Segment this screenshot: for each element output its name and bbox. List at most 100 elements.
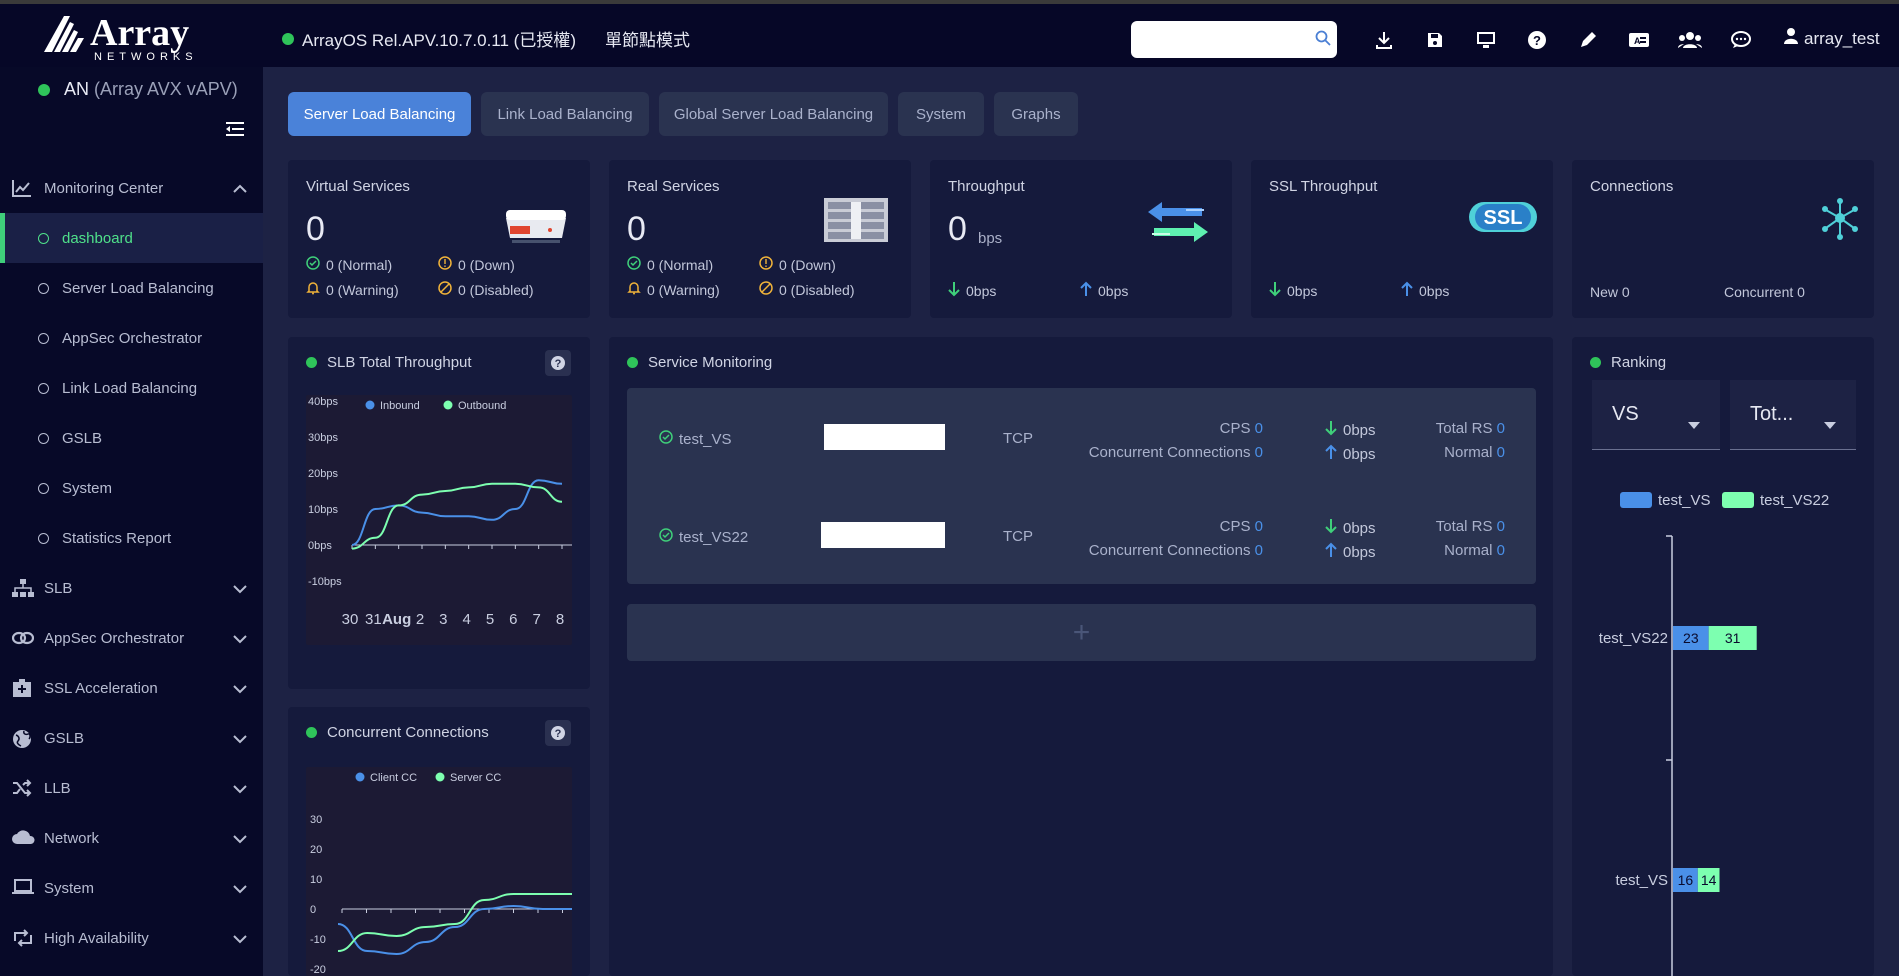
- sidebar-item-label: GSLB: [44, 729, 85, 747]
- status-dot: [1590, 357, 1601, 368]
- svg-text:NETWORKS: NETWORKS: [94, 51, 198, 63]
- slb-chart-area[interactable]: Inbound Outbound 40bps 30bps 20bps 10bps 0bps -…: [306, 395, 572, 645]
- bar-category-label: test_VS22: [1599, 630, 1668, 647]
- tab-server-load-balancing[interactable]: Server Load Balancing: [288, 92, 471, 136]
- sidebar-item-gslb-monitor[interactable]: GSLB: [0, 413, 263, 463]
- arrow-down-icon: [1325, 420, 1337, 440]
- svg-text:?: ?: [555, 358, 562, 370]
- sidebar-item-label: Link Load Balancing: [62, 379, 198, 397]
- circle-icon: [38, 233, 49, 244]
- device-short: AN: [64, 79, 90, 99]
- sidebar-item-system[interactable]: System: [0, 863, 263, 913]
- sidebar-item-appsec-monitor[interactable]: AppSec Orchestrator: [0, 313, 263, 363]
- sidebar-item-monitoring-center[interactable]: Monitoring Center: [0, 163, 263, 213]
- service-protocol: TCP: [1003, 430, 1033, 447]
- arrow-up-icon: [1325, 542, 1337, 562]
- label-text: CPS: [1219, 420, 1251, 437]
- sidebar-item-llb[interactable]: LLB: [0, 763, 263, 813]
- ranking-type-select[interactable]: VS: [1592, 380, 1720, 450]
- legend-server-cc-label: Server CC: [450, 772, 501, 784]
- cc-value: 0: [1254, 542, 1263, 559]
- connections-card[interactable]: Connections New 0 Concurrent 0: [1572, 160, 1874, 318]
- chat-icon[interactable]: [1715, 25, 1766, 55]
- disabled-stat: 0 (Disabled): [759, 281, 854, 298]
- tab-graphs[interactable]: Graphs: [994, 92, 1078, 136]
- search-icon[interactable]: [1315, 30, 1331, 51]
- id-card-icon[interactable]: A: [1613, 25, 1664, 55]
- new-conn-stat: New 0: [1590, 284, 1630, 300]
- bar-value-label: 14: [1701, 872, 1717, 888]
- sidebar-item-network[interactable]: Network: [0, 813, 263, 863]
- circle-icon: [38, 283, 49, 294]
- sidebar-item-label: AppSec Orchestrator: [62, 329, 203, 347]
- sidebar-item-system-monitor[interactable]: System: [0, 463, 263, 513]
- y-tick-label: 40bps: [308, 396, 338, 408]
- real-services-card[interactable]: Real Services 0 0 (Normal) 0 (Down) 0 (W…: [609, 160, 911, 318]
- normal-label: Normal 0: [1444, 444, 1505, 461]
- service-row[interactable]: test_VS22 TCP CPS 0 Concurrent Connectio…: [627, 508, 1536, 568]
- device-status-dot: [38, 83, 50, 96]
- series-line-client-cc: [337, 904, 572, 956]
- users-icon[interactable]: [1664, 25, 1715, 55]
- sidebar-item-slb-monitor[interactable]: Server Load Balancing: [0, 263, 263, 313]
- download-icon[interactable]: [1358, 25, 1409, 55]
- circle-icon: [38, 433, 49, 444]
- chevron-down-icon: [233, 631, 247, 648]
- tab-global-server-load-balancing[interactable]: Global Server Load Balancing: [659, 92, 888, 136]
- chevron-up-icon: [233, 181, 247, 198]
- search-box[interactable]: [1131, 21, 1337, 58]
- cc-chart-area[interactable]: Client CC Server CC 30 20 10 0 -10 -20: [306, 767, 572, 976]
- svg-text:SSL: SSL: [1484, 207, 1523, 229]
- tab-link-load-balancing[interactable]: Link Load Balancing: [481, 92, 649, 136]
- sidebar-item-gslb[interactable]: GSLB: [0, 713, 263, 763]
- sidebar: AN (Array AVX vAPV) Monitoring Center da…: [0, 67, 263, 976]
- card-value: 0: [627, 210, 646, 248]
- legend-test-vs-label: test_VS: [1658, 492, 1711, 509]
- x-tick-label: 4: [462, 611, 470, 628]
- top-header: Array NETWORKS ArrayOS Rel.APV.10.7.0.11…: [0, 4, 1899, 67]
- add-service-button[interactable]: +: [627, 604, 1536, 661]
- stat-text: 0 (Down): [458, 256, 515, 273]
- panel-title-text: SLB Total Throughput: [327, 354, 472, 371]
- tab-system[interactable]: System: [898, 92, 984, 136]
- normal-value: 0: [1496, 444, 1505, 461]
- throughput-card[interactable]: Throughput 0 bps 0bps 0bps: [930, 160, 1232, 318]
- menu-collapse-icon[interactable]: [226, 121, 244, 142]
- ssl-throughput-card[interactable]: SSL Throughput SSL 0bps 0bps: [1251, 160, 1553, 318]
- inbound-stat: 0bps: [1269, 281, 1317, 300]
- y-tick-label: 0bps: [308, 540, 332, 552]
- normal-label: Normal 0: [1444, 542, 1505, 559]
- sidebar-item-llb-monitor[interactable]: Link Load Balancing: [0, 363, 263, 413]
- help-icon[interactable]: ?: [545, 350, 571, 376]
- ranking-metric-select[interactable]: Tot...: [1730, 380, 1856, 450]
- outbound-stat: 0bps: [1080, 281, 1128, 300]
- monitor-icon[interactable]: [1460, 25, 1511, 55]
- sidebar-item-ssl-acceleration[interactable]: SSL Acceleration: [0, 663, 263, 713]
- sidebar-item-label: GSLB: [62, 429, 103, 447]
- y-tick-label: 0: [310, 904, 316, 916]
- sidebar-item-label: High Availability: [44, 929, 149, 947]
- sidebar-item-high-availability[interactable]: High Availability: [0, 913, 263, 963]
- caret-down-icon: [1688, 412, 1700, 435]
- outbound-stat: 0bps: [1325, 542, 1376, 562]
- x-tick-label: 2: [416, 611, 424, 628]
- inbound-stat: 0bps: [1325, 420, 1376, 440]
- sidebar-item-statistics-report[interactable]: Statistics Report: [0, 513, 263, 563]
- help-icon[interactable]: ?: [545, 720, 571, 746]
- array-networks-logo[interactable]: Array NETWORKS: [40, 12, 230, 64]
- pencil-icon[interactable]: [1562, 25, 1613, 55]
- service-row[interactable]: test_VS TCP CPS 0 Concurrent Connections…: [627, 410, 1536, 470]
- sidebar-item-appsec[interactable]: AppSec Orchestrator: [0, 613, 263, 663]
- virtual-services-card[interactable]: Virtual Services 0 0 (Normal) 0 (Down) 0…: [288, 160, 590, 318]
- sidebar-item-dashboard[interactable]: dashboard: [0, 213, 263, 263]
- help-icon[interactable]: ?: [1511, 25, 1562, 55]
- search-input[interactable]: [1139, 23, 1309, 56]
- save-icon[interactable]: [1409, 25, 1460, 55]
- x-tick-label: Aug: [382, 611, 411, 628]
- ranking-chart-area[interactable]: test_VS test_VS22 test_VS22 23 31 test_VS 16 14: [1592, 484, 1856, 976]
- sidebar-item-label: Network: [44, 829, 100, 847]
- redacted-field: [824, 424, 945, 450]
- sidebar-item-slb[interactable]: SLB: [0, 563, 263, 613]
- ban-icon: [759, 281, 773, 298]
- user-menu[interactable]: array_test: [1784, 28, 1880, 49]
